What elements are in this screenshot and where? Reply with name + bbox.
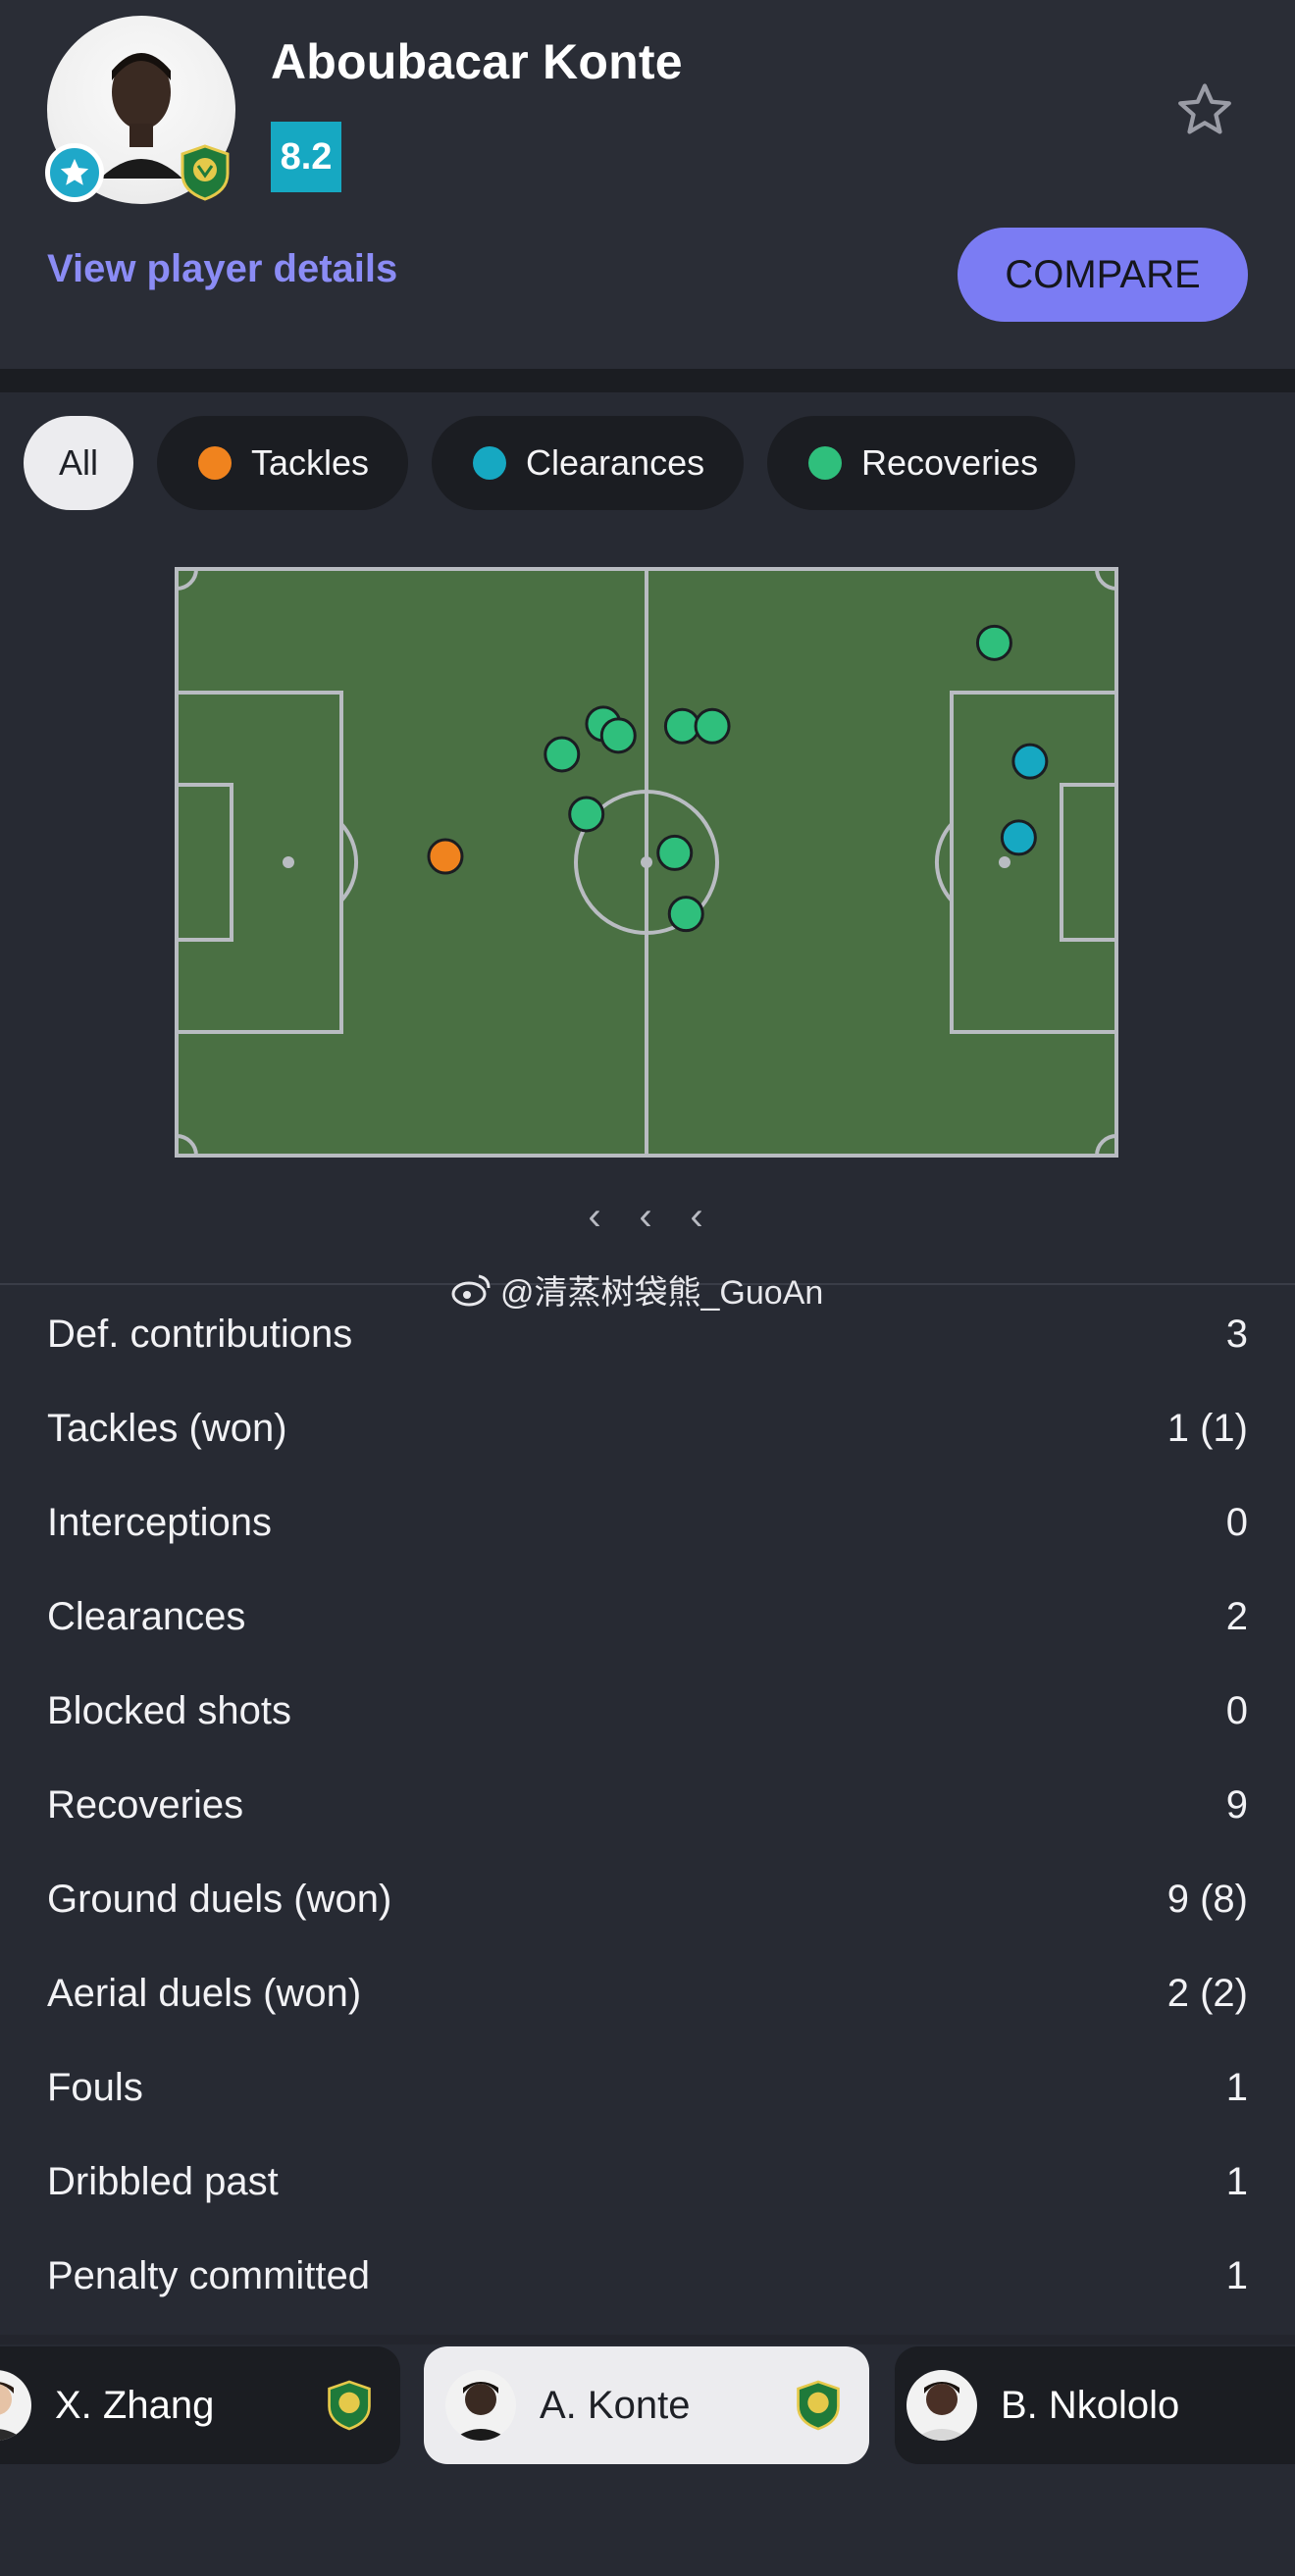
stat-row: Fouls 1 (47, 2040, 1248, 2135)
filter-chip-tackles[interactable]: Tackles (157, 416, 408, 510)
tackle-dot-icon (198, 446, 232, 480)
club-crest-icon (328, 2380, 371, 2431)
stat-value: 9 (8) (1166, 1877, 1248, 1921)
recovery-marker[interactable] (975, 624, 1012, 661)
stat-value: 0 (1225, 1500, 1248, 1544)
map-pagination[interactable]: ‹ ‹ ‹ (579, 1195, 712, 1239)
stat-row: Ground duels (won) 9 (8) (47, 1852, 1248, 1946)
chevron-left-icon[interactable]: ‹ (681, 1195, 712, 1239)
stat-label: Ground duels (won) (47, 1877, 392, 1921)
filter-chip-recoveries[interactable]: Recoveries (767, 416, 1075, 510)
stat-row: Penalty committed 1 (47, 2229, 1248, 2323)
recovery-dot-icon (808, 446, 842, 480)
section-divider (0, 369, 1295, 392)
player-rating-badge: 8.2 (271, 122, 341, 192)
section-divider (0, 2335, 1295, 2344)
filter-chip-label: Tackles (251, 442, 370, 483)
stat-value: 1 (1225, 2253, 1248, 2297)
stat-row: Recoveries 9 (47, 1758, 1248, 1852)
club-crest-icon (797, 2380, 840, 2431)
stat-label: Tackles (won) (47, 1406, 287, 1450)
filter-chip-all[interactable]: All (24, 416, 133, 510)
recovery-marker[interactable] (599, 717, 637, 754)
stat-row: Aerial duels (won) 2 (2) (47, 1946, 1248, 2040)
stat-value: 3 (1225, 1312, 1248, 1356)
stat-value: 1 (1) (1166, 1406, 1248, 1450)
favorite-star-icon[interactable] (1173, 78, 1236, 141)
stat-label: Def. contributions (47, 1312, 353, 1356)
filter-chip-clearances[interactable]: Clearances (432, 416, 744, 510)
player-card-a-konte[interactable]: A. Konte (424, 2346, 869, 2464)
stat-value: 2 (2) (1166, 1971, 1248, 2015)
stat-value: 1 (1225, 2159, 1248, 2203)
player-card-b-nkololo[interactable]: B. Nkololo (895, 2346, 1295, 2464)
chevron-left-icon[interactable]: ‹ (630, 1195, 661, 1239)
clearance-marker[interactable] (1000, 819, 1037, 856)
recovery-marker[interactable] (568, 796, 605, 833)
star-badge-icon (45, 143, 104, 202)
recovery-marker[interactable] (544, 736, 581, 773)
stat-value: 1 (1225, 2065, 1248, 2109)
clearance-dot-icon (473, 446, 506, 480)
filter-chip-label: Clearances (526, 442, 705, 483)
defensive-stats-list: Def. contributions 3 Tackles (won) 1 (1) I… (47, 1287, 1248, 2323)
stat-value: 0 (1225, 1688, 1248, 1732)
stat-label: Blocked shots (47, 1688, 292, 1732)
player-card-name: B. Nkololo (1001, 2383, 1180, 2427)
stat-value: 9 (1225, 1782, 1248, 1827)
stat-label: Fouls (47, 2065, 143, 2109)
stat-label: Clearances (47, 1594, 246, 1638)
player-card-name: A. Konte (540, 2383, 691, 2427)
stat-row: Tackles (won) 1 (1) (47, 1381, 1248, 1475)
player-name: Aboubacar Konte (271, 34, 683, 89)
recovery-marker[interactable] (656, 834, 694, 871)
view-player-details-link[interactable]: View player details (47, 247, 397, 291)
stat-label: Dribbled past (47, 2159, 279, 2203)
stat-row: Clearances 2 (47, 1570, 1248, 1664)
stat-label: Penalty committed (47, 2253, 371, 2297)
stat-row: Interceptions 0 (47, 1475, 1248, 1570)
avatar (0, 2370, 31, 2441)
recovery-marker[interactable] (667, 896, 704, 933)
player-card-x-zhang[interactable]: X. Zhang (0, 2346, 400, 2464)
stat-value: 2 (1225, 1594, 1248, 1638)
tackle-marker[interactable] (427, 838, 464, 875)
filter-chip-label: All (58, 442, 98, 483)
stat-row: Def. contributions 3 (47, 1287, 1248, 1381)
clearance-marker[interactable] (1011, 743, 1049, 780)
player-avatar[interactable] (45, 16, 235, 204)
recovery-marker[interactable] (663, 707, 700, 745)
stat-label: Interceptions (47, 1500, 273, 1544)
stat-label: Recoveries (47, 1782, 244, 1827)
avatar (445, 2370, 516, 2441)
player-face-icon (100, 53, 182, 179)
stat-row: Blocked shots 0 (47, 1664, 1248, 1758)
avatar (906, 2370, 977, 2441)
club-crest-icon (177, 143, 233, 202)
filter-chip-label: Recoveries (861, 442, 1039, 483)
compare-button[interactable]: COMPARE (958, 228, 1248, 322)
recovery-marker[interactable] (694, 707, 731, 745)
chevron-left-icon[interactable]: ‹ (579, 1195, 610, 1239)
player-card-name: X. Zhang (55, 2383, 215, 2427)
stat-row: Dribbled past 1 (47, 2135, 1248, 2229)
player-header: Aboubacar Konte 8.2 View player details … (0, 0, 1295, 369)
pitch-map (175, 567, 1118, 1158)
stat-label: Aerial duels (won) (47, 1971, 362, 2015)
